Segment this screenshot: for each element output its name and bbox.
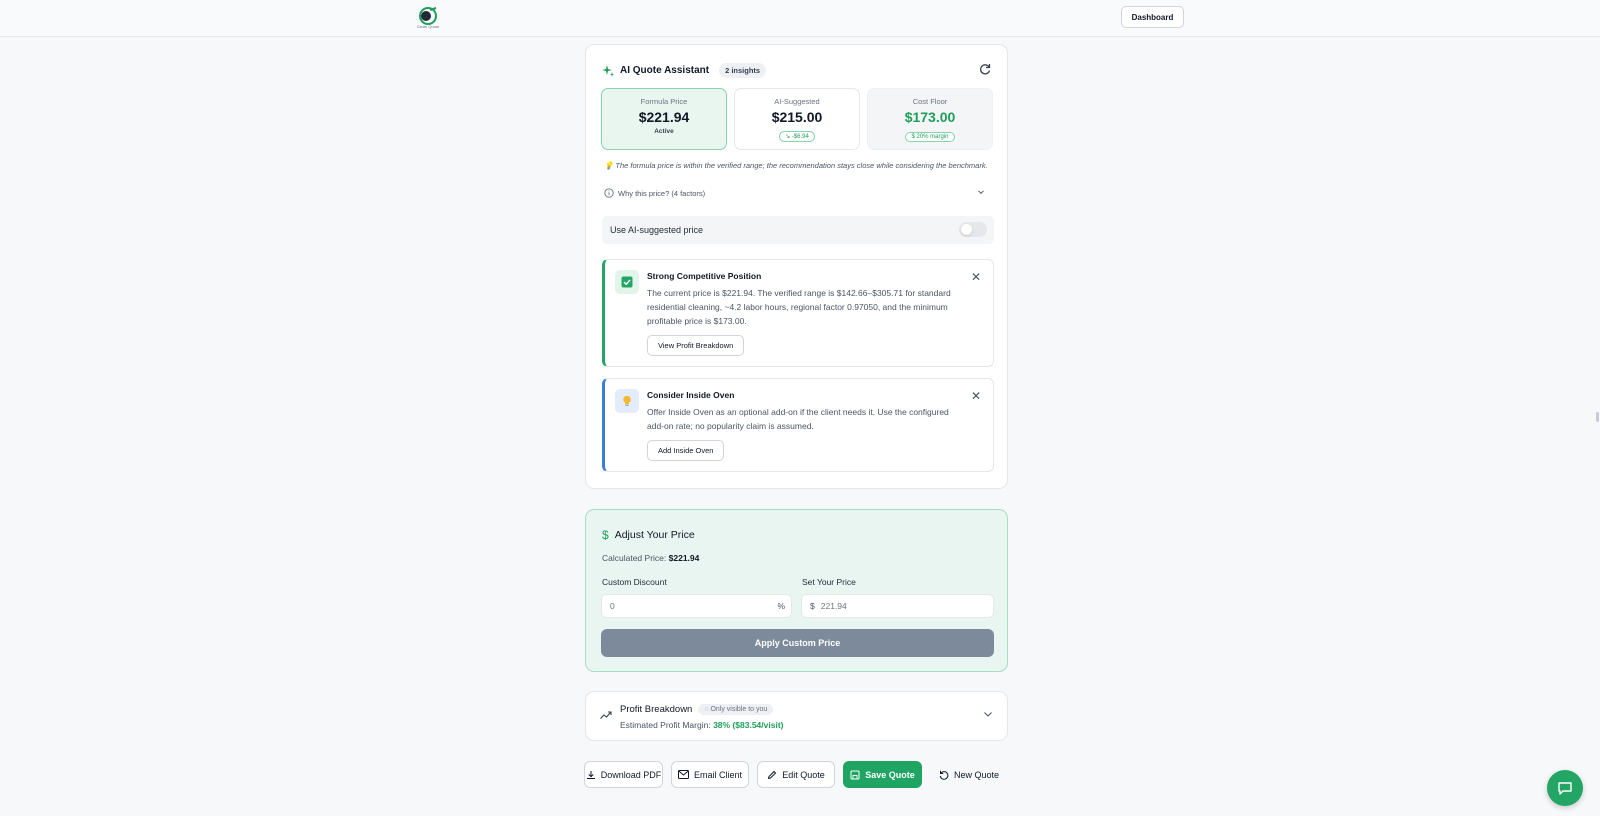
ai-suggested-label: AI-Suggested [774, 97, 820, 106]
use-ai-price-row: Use AI-suggested price [602, 216, 994, 244]
mail-icon [677, 770, 689, 779]
insight-body: The current price is $221.94. The verifi… [647, 288, 951, 326]
dashboard-button[interactable]: Dashboard [1121, 6, 1184, 28]
cost-floor-card[interactable]: Cost Floor $173.00 $ 20% margin [867, 88, 993, 150]
set-your-price-value: 221.94 [820, 601, 847, 611]
formula-price-status: Active [654, 128, 674, 135]
insight-card-inside-oven: Consider Inside Oven Offer Inside Oven a… [602, 378, 994, 472]
ai-assistant-title: AI Quote Assistant [620, 65, 710, 76]
dollar-icon: $ [602, 528, 609, 542]
custom-discount-label: Custom Discount [602, 577, 667, 587]
close-icon[interactable]: ✕ [971, 270, 981, 284]
edit-quote-button[interactable]: Edit Quote [757, 761, 835, 788]
close-icon[interactable]: ✕ [971, 389, 981, 403]
download-icon [586, 770, 595, 779]
why-this-price-label: Why this price? (4 factors) [618, 188, 706, 198]
view-profit-breakdown-button[interactable]: View Profit Breakdown [647, 335, 745, 356]
chat-button[interactable] [1547, 770, 1583, 806]
download-pdf-button[interactable]: Download PDF [584, 761, 663, 788]
only-visible-label: Only visible to you [710, 706, 768, 713]
estimated-margin: Estimated Profit Margin: 38% ($83.54/vis… [620, 720, 783, 730]
new-quote-button[interactable]: New Quote [929, 761, 1009, 788]
profit-breakdown-card[interactable]: Profit Breakdown ◌ Only visible to you E… [585, 691, 1008, 741]
save-quote-button[interactable]: Save Quote [843, 761, 922, 788]
trending-up-icon [600, 711, 612, 719]
chevron-down-icon [978, 190, 984, 195]
profit-breakdown-header: Profit Breakdown ◌ Only visible to you [620, 704, 774, 715]
ai-suggested-price-card[interactable]: AI-Suggested $215.00 ↘ -$6.94 [734, 88, 860, 150]
rotate-icon [939, 770, 949, 780]
adjust-price-card: $ Adjust Your Price Calculated Price: $2… [585, 509, 1008, 672]
pencil-icon [768, 770, 777, 779]
calculated-price: Calculated Price: $221.94 [602, 553, 699, 563]
save-quote-label: Save Quote [865, 769, 915, 780]
only-visible-chip: ◌ Only visible to you [698, 704, 774, 715]
edit-quote-label: Edit Quote [782, 769, 825, 780]
info-icon [604, 188, 614, 198]
scrollbar-thumb[interactable] [1596, 412, 1599, 422]
eye-off-icon: ◌ [704, 706, 709, 713]
cost-floor-label: Cost Floor [912, 97, 948, 106]
refresh-icon[interactable] [979, 63, 991, 75]
profit-breakdown-title: Profit Breakdown [620, 704, 693, 715]
cost-floor-value: $173.00 [904, 109, 956, 125]
use-ai-price-toggle[interactable] [959, 222, 987, 237]
email-client-label: Email Client [693, 769, 742, 780]
top-bar: Clean Quote Dashboard [0, 0, 1600, 37]
calculated-price-value: $221.94 [668, 553, 700, 563]
logo-text: Clean Quote [416, 24, 440, 29]
set-your-price-label: Set Your Price [802, 577, 856, 587]
new-quote-label: New Quote [953, 769, 1000, 780]
formula-price-card[interactable]: Formula Price $221.94 Active [601, 88, 727, 150]
calculated-price-label: Calculated Price: [602, 553, 667, 563]
percent-suffix: % [777, 601, 785, 611]
price-note: 💡 The formula price is within the verifi… [604, 161, 988, 170]
insight-title: Strong Competitive Position [647, 271, 762, 281]
estimated-margin-value: 38% ($83.54/visit) [713, 720, 784, 730]
adjust-price-header: $ Adjust Your Price [602, 528, 695, 542]
dollar-prefix: $ [810, 601, 815, 611]
lightbulb-icon [615, 389, 639, 413]
insight-title: Consider Inside Oven [647, 390, 735, 400]
formula-price-value: $221.94 [638, 109, 690, 125]
download-pdf-label: Download PDF [600, 769, 662, 780]
chevron-down-icon[interactable] [983, 710, 993, 718]
set-your-price-input[interactable]: $ 221.94 [801, 594, 994, 618]
formula-price-label: Formula Price [640, 97, 688, 106]
custom-discount-value: 0 [610, 601, 615, 611]
estimated-margin-label: Estimated Profit Margin: [620, 720, 711, 730]
insight-card-competitive: Strong Competitive Position The current … [602, 259, 994, 367]
email-client-button[interactable]: Email Client [671, 761, 749, 788]
ai-assistant-header: AI Quote Assistant 2 insights [602, 63, 767, 78]
ai-quote-assistant-card: AI Quote Assistant 2 insights Formula Pr… [585, 44, 1008, 489]
sparkle-icon [602, 64, 614, 77]
chat-icon [1558, 782, 1572, 795]
insights-count-badge: 2 insights [719, 63, 767, 78]
save-icon [850, 770, 860, 779]
ai-suggested-value: $215.00 [771, 109, 823, 125]
use-ai-price-label: Use AI-suggested price [610, 225, 704, 235]
custom-discount-input[interactable]: 0 % [601, 594, 792, 618]
insight-body: Offer Inside Oven as an optional add-on … [647, 407, 949, 431]
adjust-price-title: Adjust Your Price [614, 529, 695, 541]
add-inside-oven-button[interactable]: Add Inside Oven [647, 440, 725, 461]
ai-suggested-diff-chip: ↘ -$6.94 [779, 131, 815, 142]
apply-custom-price-button[interactable]: Apply Custom Price [601, 629, 994, 657]
cost-floor-margin-chip: $ 20% margin [905, 132, 955, 142]
checkbox-icon [615, 270, 639, 294]
why-this-price-toggle[interactable]: Why this price? (4 factors) [604, 188, 989, 198]
